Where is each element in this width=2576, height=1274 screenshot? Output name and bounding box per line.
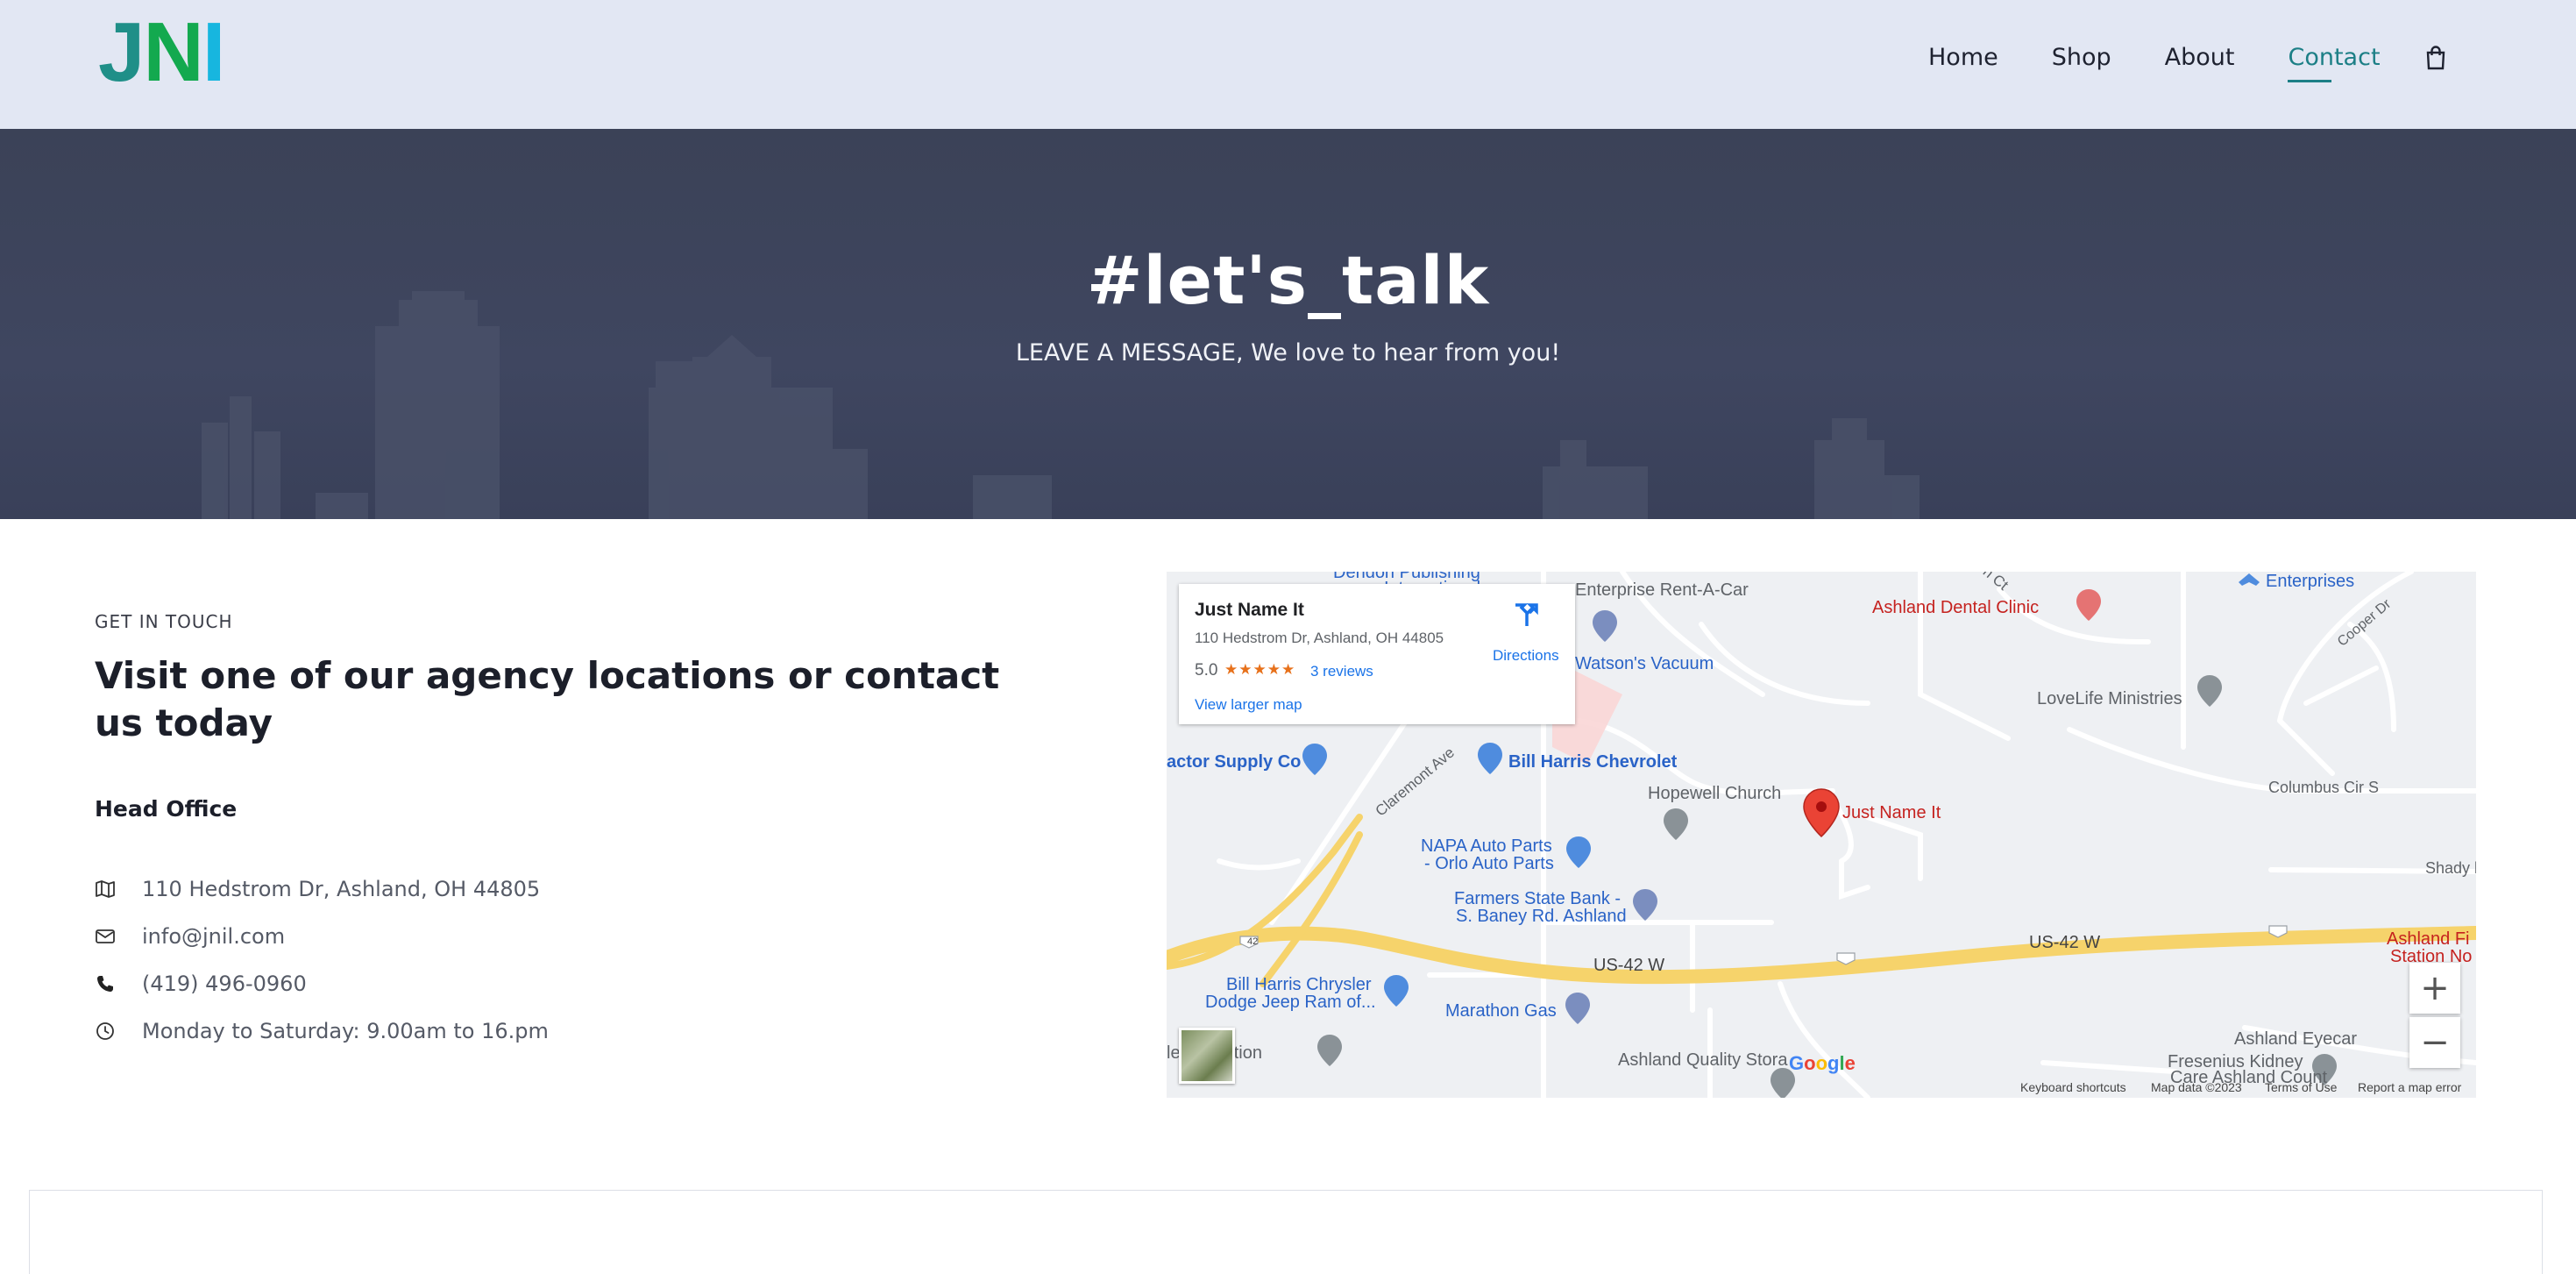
hours-text: Monday to Saturday: 9.00am to 16.pm (142, 1019, 549, 1043)
map-label: Enterprise Rent-A-Car (1575, 580, 1749, 600)
email-row: info@jnil.com (95, 924, 285, 949)
logo-letter-i: I (202, 5, 226, 99)
hero-banner: #let's_talk LEAVE A MESSAGE, We love to … (0, 129, 2576, 519)
map-label: LoveLife Ministries (2037, 689, 2182, 708)
map-label: Bill Harris Chevrolet (1508, 752, 1678, 772)
envelope-icon (95, 926, 116, 947)
email-link[interactable]: info@jnil.com (142, 924, 285, 949)
keyboard-shortcuts-link[interactable]: Keyboard shortcuts (2020, 1080, 2126, 1094)
place-rating: 5.0 (1195, 661, 1218, 680)
map-label: Columbus Cir S (2268, 779, 2380, 796)
address-row: 110 Hedstrom Dr, Ashland, OH 44805 (95, 877, 540, 901)
site-header: J N I Home Shop About Contact (0, 0, 2576, 129)
hero-title: #let's_talk (1086, 241, 1490, 319)
google-logo: Google (1789, 1052, 1856, 1074)
phone-link[interactable]: (419) 496-0960 (142, 972, 307, 996)
map-label: - Orlo Auto Parts (1424, 854, 1554, 873)
map-label: Hopewell Church (1648, 784, 1782, 803)
nav-contact[interactable]: Contact (2288, 39, 2381, 82)
map-label: Ashland Quality Stora (1618, 1050, 1788, 1070)
directions-icon[interactable] (1512, 601, 1538, 628)
head-office-title: Head Office (95, 796, 238, 822)
map-label: Marathon Gas (1445, 1001, 1557, 1021)
clock-icon (95, 1021, 116, 1042)
map-label: Ashland Dental Clinic (1872, 598, 2040, 617)
directions-link[interactable]: Directions (1493, 647, 1559, 665)
map-data-text: Map data ©2023 (2151, 1080, 2242, 1094)
reviews-link[interactable]: 3 reviews (1310, 663, 1373, 680)
phone-icon (95, 973, 116, 994)
map-label: Watson's Vacuum (1575, 654, 1714, 673)
city-skyline-image (202, 291, 1920, 519)
logo-letter-n: N (143, 5, 203, 99)
map-label: actor Supply Co (1167, 752, 1302, 772)
map-label: Ashland Eyecar (2234, 1029, 2358, 1049)
google-map[interactable]: Dendon Publishing International Enterpri… (1167, 572, 2476, 1098)
nav-shop[interactable]: Shop (2052, 39, 2111, 77)
place-name: Just Name It (1195, 600, 1304, 620)
map-label: 42 (1247, 936, 1259, 947)
logo-letter-j: J (98, 5, 145, 99)
map-label: Enterprises (2266, 572, 2355, 591)
phone-row: (419) 496-0960 (95, 972, 307, 996)
nav-home[interactable]: Home (1928, 39, 1998, 77)
map-label: US-42 W (1593, 956, 1665, 975)
contact-form-panel (29, 1190, 2543, 1274)
place-info-card: Just Name It 110 Hedstrom Dr, Ashland, O… (1179, 584, 1575, 724)
satellite-toggle-button[interactable] (1179, 1028, 1235, 1084)
rating-stars-icon: ★★★★★ (1224, 661, 1296, 678)
hero-subtitle: LEAVE A MESSAGE, We love to hear from yo… (1015, 339, 1561, 367)
section-eyebrow: GET IN TOUCH (95, 611, 233, 632)
map-label-just-name-it[interactable]: Just Name It (1842, 803, 1941, 823)
zoom-out-button[interactable]: − (2409, 1017, 2460, 1068)
view-larger-map-link[interactable]: View larger map (1195, 696, 1302, 714)
map-icon (95, 879, 116, 900)
map-label: Dodge Jeep Ram of... (1205, 993, 1376, 1012)
map-label: Shady l (2425, 859, 2476, 877)
map-label: S. Baney Rd. Ashland (1456, 907, 1627, 926)
place-address: 110 Hedstrom Dr, Ashland, OH 44805 (1195, 630, 1444, 646)
terms-of-use-link[interactable]: Terms of Use (2265, 1080, 2337, 1094)
zoom-in-button[interactable]: + (2409, 963, 2460, 1014)
jni-logo[interactable]: J N I (98, 11, 225, 95)
report-map-error-link[interactable]: Report a map error (2358, 1080, 2461, 1094)
nav-about[interactable]: About (2165, 39, 2235, 77)
hours-row: Monday to Saturday: 9.00am to 16.pm (95, 1019, 549, 1043)
section-heading: Visit one of our agency locations or con… (95, 654, 1000, 744)
main-nav: Home Shop About Contact (1928, 39, 2434, 82)
map-label: US-42 W (2029, 933, 2101, 952)
shopping-bag-icon[interactable] (2423, 45, 2449, 71)
address-text: 110 Hedstrom Dr, Ashland, OH 44805 (142, 877, 541, 901)
